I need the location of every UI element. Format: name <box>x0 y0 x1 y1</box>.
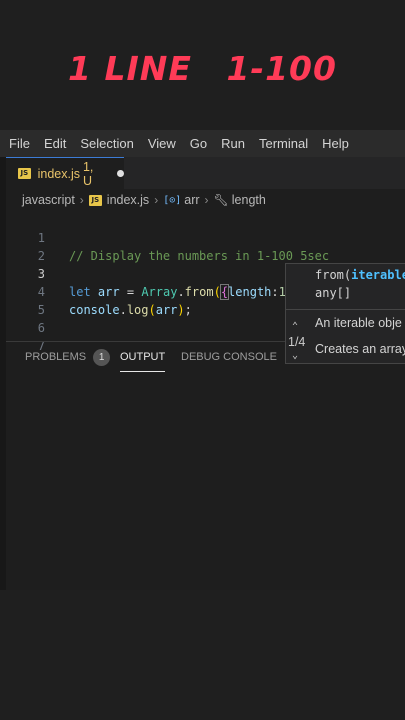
tab-problems-label: PROBLEMS <box>25 351 87 363</box>
banner-part-1: 1 LINE <box>68 49 192 88</box>
banner-part-2: 1-100 <box>226 49 337 88</box>
overload-counter: 1/4 <box>288 335 306 349</box>
signature: from(iterable <box>315 268 405 282</box>
code-line: 2 <box>6 229 405 263</box>
menu-edit[interactable]: Edit <box>37 136 73 151</box>
parameter-hints-popup[interactable]: from(iterable any[] ⌃ 1/4 ⌄ An iterable … <box>285 263 405 364</box>
function-description: Creates an array <box>315 342 405 356</box>
param-description: An iterable obje <box>315 316 402 330</box>
tab-filename: index.js <box>37 166 80 181</box>
breadcrumb: javascript › JS index.js › [⊙] arr › 🔧︎ … <box>6 189 405 211</box>
menu-run[interactable]: Run <box>214 136 252 151</box>
video-title-banner: 1 LINE 1-100 <box>0 44 405 94</box>
code-line: 1 // Display the numbers in 1-100 5sec <box>6 211 405 263</box>
menu-bar: File Edit Selection View Go Run Terminal… <box>0 130 405 157</box>
signature-param: iterable <box>351 268 405 282</box>
signature-return-type: any[] <box>315 286 352 300</box>
breadcrumb-property[interactable]: length <box>232 193 266 207</box>
chevron-up-icon[interactable]: ⌃ <box>292 321 298 332</box>
menu-go[interactable]: Go <box>183 136 214 151</box>
menu-view[interactable]: View <box>141 136 183 151</box>
variable-icon: [⊙] <box>163 194 182 206</box>
tab-output[interactable]: OUTPUT <box>120 342 166 372</box>
menu-selection[interactable]: Selection <box>73 136 140 151</box>
unsaved-dot-icon[interactable] <box>117 170 124 177</box>
tab-debug-console-label: DEBUG CONSOLE <box>181 351 277 363</box>
menu-file[interactable]: File <box>2 136 37 151</box>
breadcrumb-file[interactable]: index.js <box>107 193 149 207</box>
menu-help[interactable]: Help <box>315 136 356 151</box>
signature-prefix: from( <box>315 268 352 282</box>
breadcrumb-symbol[interactable]: arr <box>184 193 199 207</box>
javascript-file-icon: JS <box>18 168 31 179</box>
breadcrumb-language[interactable]: javascript <box>22 193 75 207</box>
problems-count-badge: 1 <box>93 349 111 366</box>
tab-index-js[interactable]: JS index.js 1, U <box>6 157 124 189</box>
tab-debug-console[interactable]: DEBUG CONSOLE <box>181 342 277 372</box>
menu-terminal[interactable]: Terminal <box>252 136 315 151</box>
chevron-right-icon: › <box>154 193 159 207</box>
wrench-icon: 🔧︎ <box>213 193 229 207</box>
tab-output-label: OUTPUT <box>120 351 166 363</box>
javascript-file-icon: JS <box>88 194 102 206</box>
chevron-down-icon[interactable]: ⌄ <box>292 350 298 361</box>
chevron-right-icon: › <box>204 193 209 207</box>
popup-divider <box>286 309 405 310</box>
tab-status: 1, U <box>82 159 94 188</box>
chevron-right-icon: › <box>79 193 84 207</box>
tab-problems[interactable]: PROBLEMS 1 <box>25 342 111 372</box>
editor-tab-bar: JS index.js 1, U <box>6 157 405 189</box>
